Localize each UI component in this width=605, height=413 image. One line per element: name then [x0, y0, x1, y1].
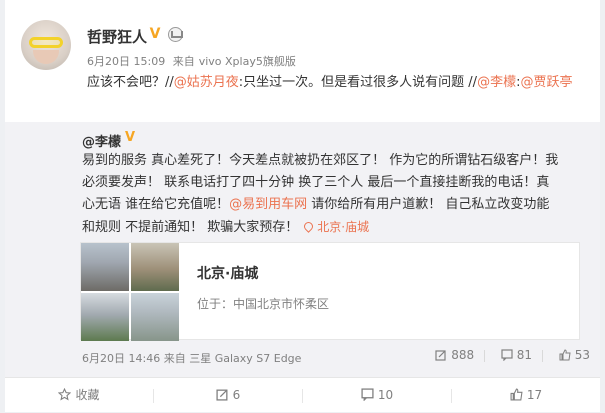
comment-icon: [501, 349, 513, 361]
post-meta: 6月20日 15:09 来自 vivo Xplay5旗舰版: [87, 53, 300, 69]
avatar-glasses: [29, 37, 63, 48]
member-crown-icon[interactable]: [168, 27, 183, 42]
post-text: 应该不会吧？//@姑苏月夜:只坐过一次。但是看过很多人说有问题 //@李檬:@贾…: [87, 73, 587, 93]
divider: [483, 349, 485, 362]
place-address-label: 位于：: [197, 297, 234, 311]
place-card[interactable]: 北京·庙城 位于：中国北京市怀柔区: [80, 242, 580, 341]
comment-action-count: 10: [377, 388, 394, 402]
post-text-segment: 应该不会吧？//: [87, 75, 174, 90]
repost-action-count: 6: [232, 388, 241, 402]
repost-text: 易到的服务 真心差死了！今天差点就被扔在郊区了！ 作为它的所谓钻石级客户！我必须…: [82, 150, 562, 239]
like-count-button[interactable]: 53: [559, 348, 590, 362]
mention-link[interactable]: @李檬: [477, 75, 516, 90]
avatar[interactable]: [21, 20, 71, 70]
repost-button[interactable]: 6: [154, 378, 302, 413]
star-icon: [58, 388, 72, 401]
thumbs-up-icon: [559, 349, 571, 361]
place-photo: [81, 243, 129, 291]
repost-source[interactable]: 三星 Galaxy S7 Edge: [189, 352, 301, 365]
avatar-face: [33, 50, 59, 64]
like-count: 53: [574, 348, 590, 362]
place-photo: [131, 293, 179, 341]
favorite-button[interactable]: 收藏: [5, 378, 153, 413]
comment-button[interactable]: 10: [303, 378, 451, 413]
comment-count-button[interactable]: 81: [501, 348, 532, 362]
favorite-label: 收藏: [75, 388, 100, 402]
repost-count-button[interactable]: 888: [435, 348, 474, 362]
location-link[interactable]: 北京·庙城: [317, 220, 369, 234]
comment-icon: [361, 388, 374, 401]
reposted-content: @李檬 V 易到的服务 真心差死了！今天差点就被扔在郊区了！ 作为它的所谓钻石级…: [5, 122, 600, 377]
mention-link[interactable]: @贾跃亭: [520, 75, 572, 90]
place-name: 北京·庙城: [197, 266, 259, 282]
post-source[interactable]: vivo Xplay5旗舰版: [199, 55, 296, 68]
repost-icon: [435, 350, 446, 361]
post-time[interactable]: 6月20日 15:09: [87, 55, 165, 68]
place-thumbnails: [81, 243, 179, 341]
action-bar: 收藏 6 10 17: [5, 377, 600, 412]
place-address-value: 中国北京市怀柔区: [233, 297, 330, 311]
mention-link[interactable]: @易到用车网: [229, 197, 307, 212]
post-text-segment: :只坐过一次。但是看过很多人说有问题 //: [238, 75, 478, 90]
repost-count: 888: [451, 348, 475, 362]
repost-username[interactable]: @李檬: [82, 131, 121, 150]
divider: [541, 349, 543, 362]
place-photo: [131, 243, 179, 291]
source-prefix: 来自: [163, 352, 186, 365]
mention-link[interactable]: @姑苏月夜: [174, 75, 239, 90]
repost-time[interactable]: 6月20日 14:46: [82, 352, 160, 365]
place-photo: [81, 293, 129, 341]
verified-badge-icon: V: [147, 26, 163, 42]
comment-count: 81: [516, 348, 533, 362]
source-prefix: 来自: [172, 55, 195, 68]
like-action-count: 17: [526, 388, 543, 402]
thumbs-up-icon: [510, 388, 523, 401]
verified-badge-icon: V: [124, 130, 136, 145]
place-address: 位于：中国北京市怀柔区: [197, 295, 329, 312]
username[interactable]: 哲野狂人: [87, 26, 147, 47]
like-button[interactable]: 17: [452, 378, 600, 413]
repost-meta: 6月20日 14:46 来自 三星 Galaxy S7 Edge: [82, 350, 301, 366]
repost-icon: [216, 389, 228, 401]
location-pin-icon: [302, 220, 316, 233]
repost-stats: 888 81 53: [429, 348, 590, 362]
